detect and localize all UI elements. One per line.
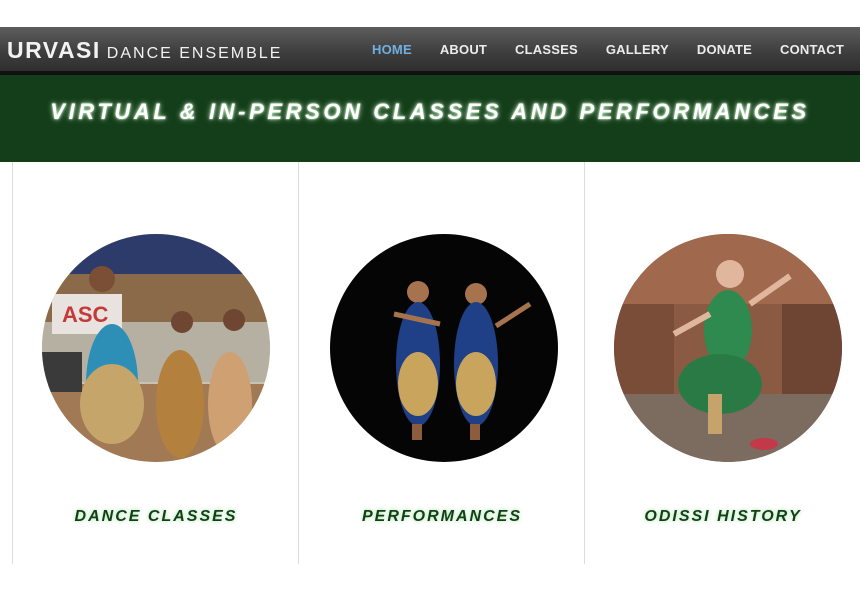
nav-contact-link[interactable]: CONTACT [766, 42, 860, 57]
odissi-history-column: ODISSI HISTORY [584, 162, 860, 564]
top-navigation-bar: URVASI DANCE ENSEMBLE HOME ABOUT CLASSES … [0, 27, 860, 75]
banner-title: VIRTUAL & IN-PERSON CLASSES AND PERFORMA… [50, 98, 810, 124]
hero-banner: VIRTUAL & IN-PERSON CLASSES AND PERFORMA… [0, 75, 860, 162]
dance-classes-column: ASC DANCE CLASSES [12, 162, 299, 564]
nav-classes-link[interactable]: CLASSES [501, 42, 592, 57]
performances-column: PERFORMANCES [298, 162, 585, 564]
svg-text:ASC: ASC [62, 302, 109, 327]
nav-home-link[interactable]: HOME [358, 42, 426, 57]
odissi-history-image[interactable] [614, 234, 842, 462]
nav-about-link[interactable]: ABOUT [426, 42, 501, 57]
dance-classes-heading[interactable]: DANCE CLASSES [13, 508, 299, 526]
brand-name: URVASI [7, 37, 101, 63]
site-logo[interactable]: URVASI DANCE ENSEMBLE [7, 37, 282, 64]
performances-image[interactable] [330, 234, 558, 462]
odissi-history-heading[interactable]: ODISSI HISTORY [585, 508, 860, 526]
nav-gallery-link[interactable]: GALLERY [592, 42, 683, 57]
main-menu: HOME ABOUT CLASSES GALLERY DONATE CONTAC… [358, 27, 860, 71]
brand-tagline: DANCE ENSEMBLE [106, 45, 283, 62]
performances-heading[interactable]: PERFORMANCES [299, 508, 585, 526]
nav-donate-link[interactable]: DONATE [683, 42, 766, 57]
dance-classes-image[interactable]: ASC [42, 234, 270, 462]
